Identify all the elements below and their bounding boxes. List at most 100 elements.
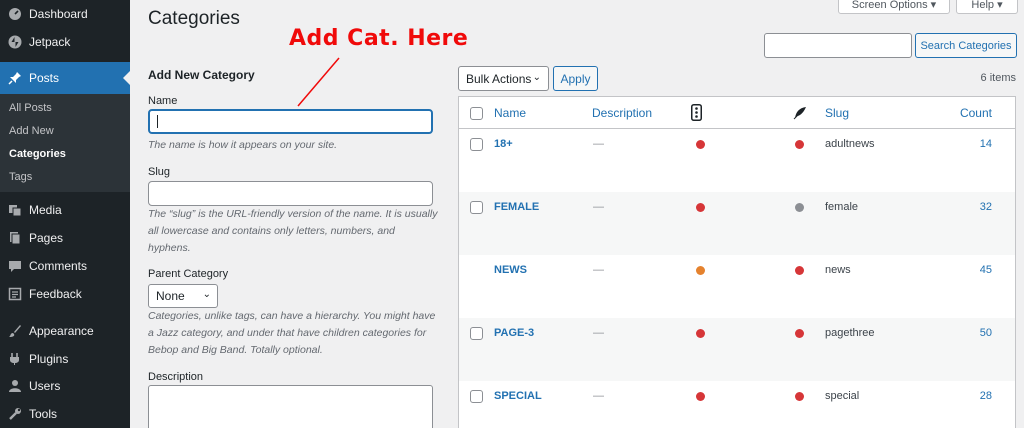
- submenu-categories[interactable]: Categories: [9, 148, 66, 160]
- category-name-link[interactable]: SPECIAL: [494, 390, 542, 402]
- name-label: Name: [148, 95, 178, 107]
- menu-dashboard[interactable]: Dashboard: [0, 2, 130, 26]
- submenu-all-posts[interactable]: All Posts: [9, 102, 52, 114]
- column-slug[interactable]: Slug: [825, 106, 849, 120]
- parent-category-label: Parent Category: [148, 268, 229, 280]
- apply-button[interactable]: Apply: [553, 66, 598, 91]
- slug-help-text: The “slug” is the URL-friendly version o…: [148, 208, 438, 254]
- menu-pages[interactable]: Pages: [0, 226, 130, 250]
- name-help-text: The name is how it appears on your site.: [148, 139, 338, 151]
- menu-label: Pages: [29, 231, 64, 245]
- traffic-light-icon: [691, 104, 702, 124]
- table-row: 18+ — adultnews 14: [459, 129, 1015, 192]
- row-checkbox[interactable]: [470, 138, 483, 151]
- table-header: Name Description Slug Count: [459, 97, 1015, 129]
- screen-options-button[interactable]: Screen Options ▾: [838, 0, 950, 14]
- row-checkbox[interactable]: [470, 201, 483, 214]
- category-count-link[interactable]: 50: [980, 327, 992, 339]
- pages-icon: [7, 230, 23, 246]
- feather-icon: [793, 106, 807, 123]
- menu-media[interactable]: Media: [0, 198, 130, 222]
- categories-table: Name Description Slug Count 18+ — adultn…: [458, 96, 1016, 428]
- menu-tools[interactable]: Tools: [0, 402, 130, 426]
- status-dot: [696, 140, 705, 149]
- menu-label: Media: [29, 203, 62, 217]
- current-menu-arrow: [123, 71, 130, 85]
- page-title: Categories: [148, 8, 240, 29]
- brush-icon: [7, 323, 23, 339]
- bulk-actions-select[interactable]: Bulk Actions ⌄: [458, 66, 549, 91]
- category-name-link[interactable]: FEMALE: [494, 201, 539, 213]
- menu-label: Comments: [29, 259, 88, 273]
- admin-sidebar: Dashboard Jetpack Posts All Posts Add Ne…: [0, 0, 130, 428]
- help-button[interactable]: Help ▾: [956, 0, 1018, 14]
- category-name-link[interactable]: NEWS: [494, 264, 527, 276]
- parent-help-text: Categories, unlike tags, can have a hier…: [148, 310, 436, 356]
- menu-label: Appearance: [29, 324, 94, 338]
- status-dot: [696, 329, 705, 338]
- status-dot: [696, 266, 705, 275]
- comments-icon: [7, 258, 23, 274]
- table-row: FEMALE — female 32: [459, 192, 1015, 255]
- category-slug: female: [825, 201, 859, 213]
- category-slug: adultnews: [825, 138, 875, 150]
- add-category-heading: Add New Category: [148, 68, 255, 82]
- plugin-icon: [7, 351, 23, 367]
- menu-appearance[interactable]: Appearance: [0, 319, 130, 343]
- column-count[interactable]: Count: [960, 106, 992, 120]
- chevron-down-icon: ⌄: [202, 289, 211, 300]
- menu-plugins[interactable]: Plugins: [0, 347, 130, 371]
- media-icon: [7, 202, 23, 218]
- category-description: —: [593, 201, 604, 213]
- feedback-icon: [7, 286, 23, 302]
- parent-category-select[interactable]: None ⌄: [148, 284, 218, 308]
- seo-dot: [795, 266, 804, 275]
- category-description: —: [593, 264, 604, 276]
- row-checkbox[interactable]: [470, 327, 483, 340]
- search-input[interactable]: [764, 33, 912, 58]
- submenu-tags[interactable]: Tags: [9, 171, 32, 183]
- row-checkbox[interactable]: [470, 390, 483, 403]
- search-categories-button[interactable]: Search Categories: [915, 33, 1017, 58]
- jetpack-icon: [7, 34, 23, 50]
- slug-label: Slug: [148, 166, 171, 178]
- wrench-icon: [7, 406, 23, 422]
- chevron-down-icon: ⌄: [532, 72, 541, 83]
- status-dot: [696, 203, 705, 212]
- category-count-link[interactable]: 32: [980, 201, 992, 213]
- menu-jetpack[interactable]: Jetpack: [0, 30, 130, 54]
- column-name[interactable]: Name: [494, 106, 526, 120]
- menu-label: Feedback: [29, 287, 82, 301]
- table-row: SPECIAL — special 28: [459, 381, 1015, 428]
- dashboard-icon: [7, 6, 23, 22]
- column-description[interactable]: Description: [592, 106, 652, 120]
- description-label: Description: [148, 371, 204, 383]
- category-description: —: [593, 138, 604, 150]
- category-slug: pagethree: [825, 327, 875, 339]
- submenu-add-new[interactable]: Add New: [9, 125, 54, 137]
- annotation-text: Add Cat. Here: [289, 26, 469, 51]
- category-count-link[interactable]: 28: [980, 390, 992, 402]
- select-all-checkbox[interactable]: [470, 107, 483, 120]
- items-count: 6 items: [980, 72, 1016, 84]
- description-textarea[interactable]: [148, 385, 433, 428]
- category-count-link[interactable]: 45: [980, 264, 992, 276]
- name-input[interactable]: [148, 109, 433, 134]
- menu-label: Plugins: [29, 352, 69, 366]
- seo-dot: [795, 203, 804, 212]
- menu-label: Posts: [29, 71, 60, 85]
- table-row: NEWS — news 45: [459, 255, 1015, 318]
- menu-comments[interactable]: Comments: [0, 254, 130, 278]
- category-count-link[interactable]: 14: [980, 138, 992, 150]
- posts-submenu: All Posts Add New Categories Tags: [0, 94, 130, 192]
- menu-posts[interactable]: Posts: [0, 62, 130, 94]
- seo-dot: [795, 392, 804, 401]
- category-description: —: [593, 327, 604, 339]
- slug-input[interactable]: [148, 181, 433, 206]
- seo-dot: [795, 329, 804, 338]
- menu-users[interactable]: Users: [0, 374, 130, 398]
- menu-feedback[interactable]: Feedback: [0, 282, 130, 306]
- category-name-link[interactable]: PAGE-3: [494, 327, 534, 339]
- menu-label: Jetpack: [29, 35, 71, 49]
- category-name-link[interactable]: 18+: [494, 138, 513, 150]
